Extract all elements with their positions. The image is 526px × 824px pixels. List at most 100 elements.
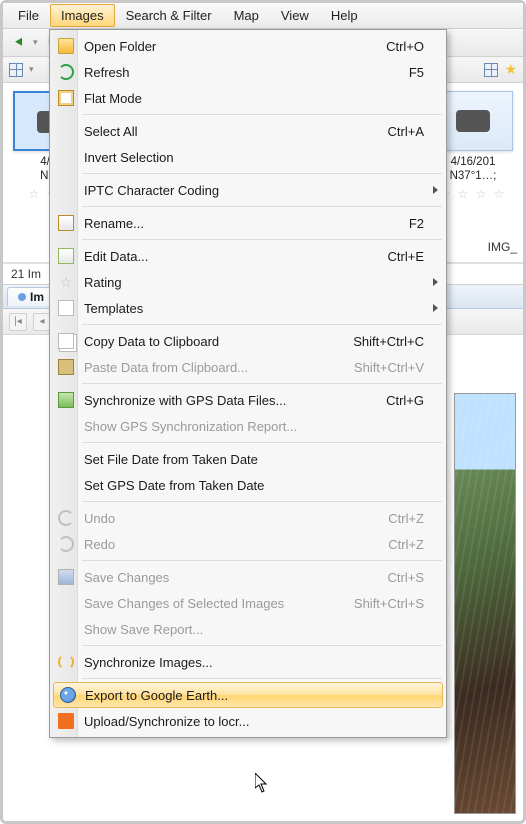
menu-item-undo: UndoCtrl+Z [52, 505, 444, 531]
menu-item-label: Select All [84, 124, 370, 139]
menu-separator [82, 114, 442, 115]
grid-icon-2[interactable] [484, 63, 498, 77]
menu-item-set-file-date[interactable]: Set File Date from Taken Date [52, 446, 444, 472]
menu-separator [82, 206, 442, 207]
menu-item-accelerator: Ctrl+E [388, 249, 424, 264]
sync-gps-icon [58, 392, 74, 408]
menu-item-label: Save Changes [84, 570, 370, 585]
menu-item-accelerator: F5 [409, 65, 424, 80]
menu-item-save-selected: Save Changes of Selected Images Shift+Ctr… [52, 590, 444, 616]
menu-file[interactable]: File [7, 4, 50, 27]
menu-item-rating[interactable]: ☆Rating [52, 269, 444, 295]
tab-image[interactable]: Im [7, 287, 55, 306]
menu-separator [82, 560, 442, 561]
menu-item-rename[interactable]: Rename...F2 [52, 210, 444, 236]
menu-item-paste-data: Paste Data from Clipboard... Shift+Ctrl+V [52, 354, 444, 380]
menu-item-label: Paste Data from Clipboard... [84, 360, 336, 375]
menu-item-label: Open Folder [84, 39, 368, 54]
menu-item-accelerator: Shift+Ctrl+V [354, 360, 424, 375]
menu-separator [82, 678, 442, 679]
menu-item-set-gps-date[interactable]: Set GPS Date from Taken Date [52, 472, 444, 498]
menu-view[interactable]: View [270, 4, 320, 27]
menu-item-select-all[interactable]: Select All Ctrl+A [52, 118, 444, 144]
refresh-icon [58, 64, 74, 80]
menu-item-label: Synchronize Images... [84, 655, 424, 670]
menu-item-label: Refresh [84, 65, 391, 80]
menu-item-templates[interactable]: Templates [52, 295, 444, 321]
menu-search-filter[interactable]: Search & Filter [115, 4, 223, 27]
status-text: 21 Im [11, 267, 41, 281]
menu-item-label: Export to Google Earth... [85, 688, 423, 703]
menu-item-label: Rename... [84, 216, 391, 231]
flat-mode-icon [58, 90, 74, 106]
menu-item-accelerator: Ctrl+A [388, 124, 424, 139]
submenu-arrow-icon [433, 186, 438, 194]
paste-data-icon [58, 359, 74, 375]
menu-item-label: Show GPS Synchronization Report... [84, 419, 424, 434]
menu-item-label: Invert Selection [84, 150, 424, 165]
menu-item-label: Redo [84, 537, 370, 552]
menu-separator [82, 239, 442, 240]
menu-item-upload-locr[interactable]: Upload/Synchronize to locr... [52, 708, 444, 734]
rename-icon [58, 215, 74, 231]
menu-item-accelerator: Ctrl+G [386, 393, 424, 408]
menu-separator [82, 442, 442, 443]
menu-item-iptc-coding[interactable]: IPTC Character Coding [52, 177, 444, 203]
open-folder-icon [58, 38, 74, 54]
edit-data-icon [58, 248, 74, 264]
menu-item-sync-gps[interactable]: Synchronize with GPS Data Files... Ctrl+G [52, 387, 444, 413]
submenu-arrow-icon [433, 304, 438, 312]
sync-images-icon [58, 654, 74, 670]
submenu-arrow-icon [433, 278, 438, 286]
menu-help[interactable]: Help [320, 4, 369, 27]
menu-item-redo: Redo Ctrl+Z [52, 531, 444, 557]
menu-item-label: Flat Mode [84, 91, 424, 106]
menu-item-label: Save Changes of Selected Images [84, 596, 336, 611]
menu-item-copy-data[interactable]: Copy Data to ClipboardShift+Ctrl+C [52, 328, 444, 354]
menu-item-save-report: Show Save Report... [52, 616, 444, 642]
preview-image [454, 393, 516, 814]
menu-item-flat-mode[interactable]: Flat Mode [52, 85, 444, 111]
menu-separator [82, 383, 442, 384]
menu-map[interactable]: Map [223, 4, 270, 27]
menu-item-refresh[interactable]: Refresh F5 [52, 59, 444, 85]
menu-item-accelerator: Ctrl+Z [388, 537, 424, 552]
menu-item-label: Copy Data to Clipboard [84, 334, 335, 349]
menu-item-label: Edit Data... [84, 249, 370, 264]
menu-item-accelerator: Shift+Ctrl+S [354, 596, 424, 611]
templates-icon [58, 300, 74, 316]
menu-item-gps-report: Show GPS Synchronization Report... [52, 413, 444, 439]
export-google-earth-icon [60, 687, 76, 703]
menu-item-accelerator: Ctrl+Z [388, 511, 424, 526]
menu-item-invert-selection[interactable]: Invert Selection [52, 144, 444, 170]
redo-icon [58, 536, 74, 552]
filename-label: IMG_ [488, 240, 517, 254]
menu-item-label: Upload/Synchronize to locr... [84, 714, 424, 729]
undo-icon [58, 510, 74, 526]
menu-item-sync-images[interactable]: Synchronize Images... [52, 649, 444, 675]
star-icon[interactable]: ★ [504, 61, 517, 78]
tab-label: Im [30, 290, 44, 304]
menu-item-open-folder[interactable]: Open FolderCtrl+O [52, 33, 444, 59]
tab-icon [18, 293, 26, 301]
menu-separator [82, 173, 442, 174]
menu-separator [82, 645, 442, 646]
menu-item-label: Templates [84, 301, 424, 316]
rating-icon: ☆ [58, 274, 74, 290]
menu-images[interactable]: Images [50, 4, 115, 27]
menu-item-label: IPTC Character Coding [84, 183, 424, 198]
menu-separator [82, 501, 442, 502]
menu-item-edit-data[interactable]: Edit Data... Ctrl+E [52, 243, 444, 269]
menu-item-save: Save ChangesCtrl+S [52, 564, 444, 590]
menu-item-export-google-earth[interactable]: Export to Google Earth... [53, 682, 443, 708]
grid-icon[interactable] [9, 63, 23, 77]
first-icon[interactable]: |◂ [9, 313, 27, 331]
menu-item-label: Synchronize with GPS Data Files... [84, 393, 368, 408]
back-icon[interactable]: ⯇ [9, 33, 29, 53]
menu-separator [82, 324, 442, 325]
menu-item-label: Set File Date from Taken Date [84, 452, 424, 467]
save-icon [58, 569, 74, 585]
menu-item-label: Show Save Report... [84, 622, 424, 637]
menubar: FileImagesSearch & FilterMapViewHelp [3, 3, 523, 29]
copy-data-icon [58, 333, 74, 349]
